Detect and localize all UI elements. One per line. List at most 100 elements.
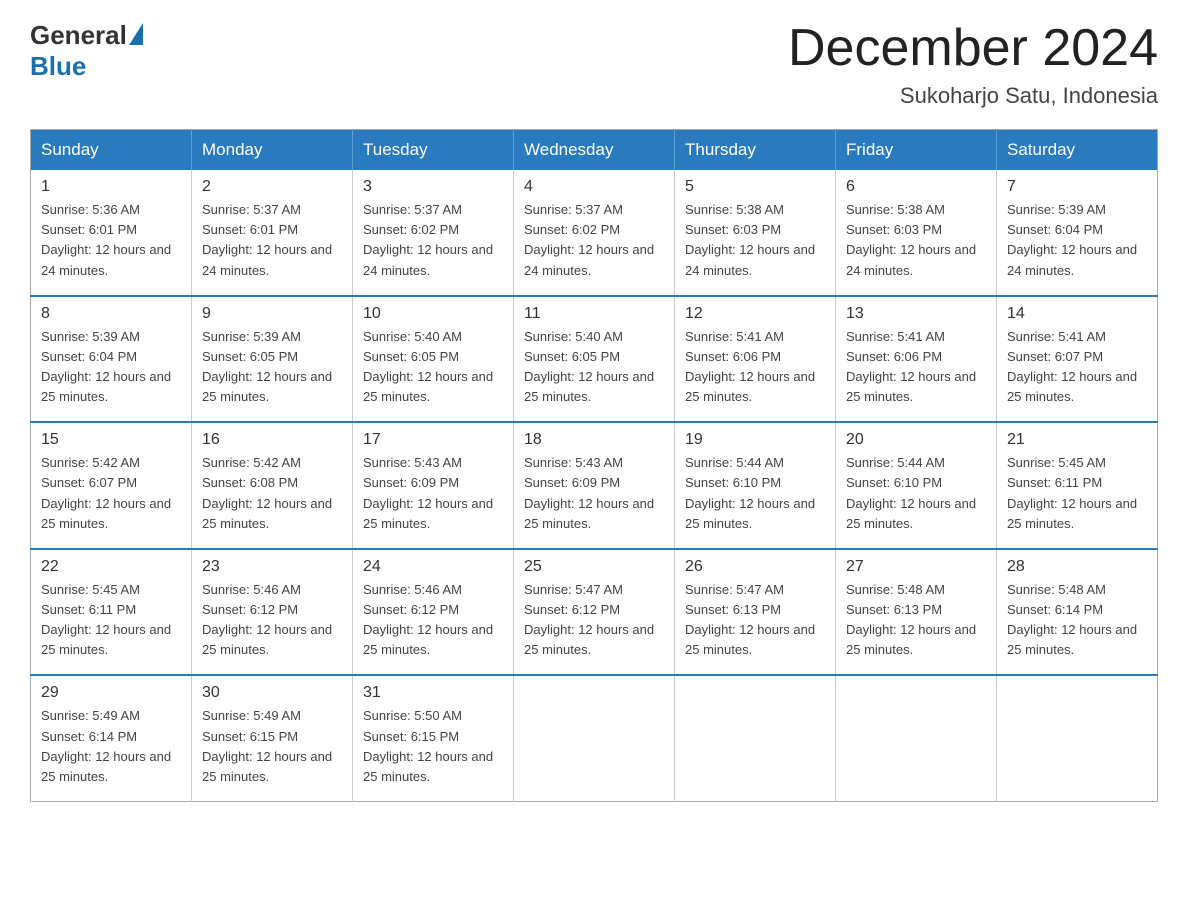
calendar-cell: 26 Sunrise: 5:47 AMSunset: 6:13 PMDaylig… xyxy=(675,549,836,676)
day-info: Sunrise: 5:50 AMSunset: 6:15 PMDaylight:… xyxy=(363,708,493,783)
day-info: Sunrise: 5:45 AMSunset: 6:11 PMDaylight:… xyxy=(41,582,171,657)
calendar-cell xyxy=(514,675,675,801)
calendar-cell: 15 Sunrise: 5:42 AMSunset: 6:07 PMDaylig… xyxy=(31,422,192,549)
day-number: 31 xyxy=(363,684,503,702)
day-info: Sunrise: 5:40 AMSunset: 6:05 PMDaylight:… xyxy=(524,329,654,404)
day-number: 3 xyxy=(363,178,503,196)
day-number: 7 xyxy=(1007,178,1147,196)
calendar-cell: 5 Sunrise: 5:38 AMSunset: 6:03 PMDayligh… xyxy=(675,170,836,296)
calendar-cell: 31 Sunrise: 5:50 AMSunset: 6:15 PMDaylig… xyxy=(353,675,514,801)
header-saturday: Saturday xyxy=(997,130,1158,171)
calendar-cell xyxy=(997,675,1158,801)
calendar-cell: 13 Sunrise: 5:41 AMSunset: 6:06 PMDaylig… xyxy=(836,296,997,423)
day-info: Sunrise: 5:48 AMSunset: 6:13 PMDaylight:… xyxy=(846,582,976,657)
calendar-cell: 7 Sunrise: 5:39 AMSunset: 6:04 PMDayligh… xyxy=(997,170,1158,296)
logo-top-row: General xyxy=(30,20,143,51)
page-header: General Blue December 2024 Sukoharjo Sat… xyxy=(30,20,1158,109)
day-number: 18 xyxy=(524,431,664,449)
header-friday: Friday xyxy=(836,130,997,171)
day-number: 20 xyxy=(846,431,986,449)
calendar-cell: 3 Sunrise: 5:37 AMSunset: 6:02 PMDayligh… xyxy=(353,170,514,296)
calendar-cell: 28 Sunrise: 5:48 AMSunset: 6:14 PMDaylig… xyxy=(997,549,1158,676)
day-number: 4 xyxy=(524,178,664,196)
header-monday: Monday xyxy=(192,130,353,171)
day-number: 21 xyxy=(1007,431,1147,449)
day-number: 11 xyxy=(524,305,664,323)
day-info: Sunrise: 5:41 AMSunset: 6:06 PMDaylight:… xyxy=(846,329,976,404)
day-info: Sunrise: 5:41 AMSunset: 6:06 PMDaylight:… xyxy=(685,329,815,404)
calendar-table: Sunday Monday Tuesday Wednesday Thursday… xyxy=(30,129,1158,802)
day-number: 8 xyxy=(41,305,181,323)
day-number: 30 xyxy=(202,684,342,702)
day-info: Sunrise: 5:39 AMSunset: 6:05 PMDaylight:… xyxy=(202,329,332,404)
day-info: Sunrise: 5:37 AMSunset: 6:02 PMDaylight:… xyxy=(363,202,493,277)
calendar-cell: 8 Sunrise: 5:39 AMSunset: 6:04 PMDayligh… xyxy=(31,296,192,423)
day-info: Sunrise: 5:39 AMSunset: 6:04 PMDaylight:… xyxy=(1007,202,1137,277)
calendar-cell: 22 Sunrise: 5:45 AMSunset: 6:11 PMDaylig… xyxy=(31,549,192,676)
day-number: 19 xyxy=(685,431,825,449)
day-number: 23 xyxy=(202,558,342,576)
calendar-cell: 12 Sunrise: 5:41 AMSunset: 6:06 PMDaylig… xyxy=(675,296,836,423)
day-info: Sunrise: 5:46 AMSunset: 6:12 PMDaylight:… xyxy=(363,582,493,657)
header-row: Sunday Monday Tuesday Wednesday Thursday… xyxy=(31,130,1158,171)
calendar-cell: 21 Sunrise: 5:45 AMSunset: 6:11 PMDaylig… xyxy=(997,422,1158,549)
day-info: Sunrise: 5:40 AMSunset: 6:05 PMDaylight:… xyxy=(363,329,493,404)
day-info: Sunrise: 5:43 AMSunset: 6:09 PMDaylight:… xyxy=(524,455,654,530)
logo-triangle-icon xyxy=(129,23,143,45)
header-sunday: Sunday xyxy=(31,130,192,171)
day-info: Sunrise: 5:48 AMSunset: 6:14 PMDaylight:… xyxy=(1007,582,1137,657)
day-number: 12 xyxy=(685,305,825,323)
header-thursday: Thursday xyxy=(675,130,836,171)
calendar-cell: 11 Sunrise: 5:40 AMSunset: 6:05 PMDaylig… xyxy=(514,296,675,423)
month-title: December 2024 xyxy=(788,20,1158,77)
calendar-cell: 20 Sunrise: 5:44 AMSunset: 6:10 PMDaylig… xyxy=(836,422,997,549)
day-number: 16 xyxy=(202,431,342,449)
calendar-cell: 23 Sunrise: 5:46 AMSunset: 6:12 PMDaylig… xyxy=(192,549,353,676)
day-number: 25 xyxy=(524,558,664,576)
day-number: 2 xyxy=(202,178,342,196)
calendar-cell: 6 Sunrise: 5:38 AMSunset: 6:03 PMDayligh… xyxy=(836,170,997,296)
day-number: 28 xyxy=(1007,558,1147,576)
day-number: 1 xyxy=(41,178,181,196)
calendar-week-2: 8 Sunrise: 5:39 AMSunset: 6:04 PMDayligh… xyxy=(31,296,1158,423)
day-number: 14 xyxy=(1007,305,1147,323)
calendar-cell: 10 Sunrise: 5:40 AMSunset: 6:05 PMDaylig… xyxy=(353,296,514,423)
calendar-cell: 14 Sunrise: 5:41 AMSunset: 6:07 PMDaylig… xyxy=(997,296,1158,423)
calendar-cell: 24 Sunrise: 5:46 AMSunset: 6:12 PMDaylig… xyxy=(353,549,514,676)
day-info: Sunrise: 5:38 AMSunset: 6:03 PMDaylight:… xyxy=(685,202,815,277)
logo-general: General xyxy=(30,20,127,51)
calendar-header: Sunday Monday Tuesday Wednesday Thursday… xyxy=(31,130,1158,171)
calendar-week-5: 29 Sunrise: 5:49 AMSunset: 6:14 PMDaylig… xyxy=(31,675,1158,801)
calendar-cell xyxy=(836,675,997,801)
day-info: Sunrise: 5:43 AMSunset: 6:09 PMDaylight:… xyxy=(363,455,493,530)
day-number: 9 xyxy=(202,305,342,323)
logo-container: General Blue xyxy=(30,20,143,82)
title-section: December 2024 Sukoharjo Satu, Indonesia xyxy=(788,20,1158,109)
calendar-cell: 18 Sunrise: 5:43 AMSunset: 6:09 PMDaylig… xyxy=(514,422,675,549)
logo: General Blue xyxy=(30,20,143,82)
day-info: Sunrise: 5:44 AMSunset: 6:10 PMDaylight:… xyxy=(846,455,976,530)
day-number: 6 xyxy=(846,178,986,196)
day-info: Sunrise: 5:47 AMSunset: 6:12 PMDaylight:… xyxy=(524,582,654,657)
day-number: 5 xyxy=(685,178,825,196)
calendar-cell: 4 Sunrise: 5:37 AMSunset: 6:02 PMDayligh… xyxy=(514,170,675,296)
calendar-body: 1 Sunrise: 5:36 AMSunset: 6:01 PMDayligh… xyxy=(31,170,1158,801)
day-info: Sunrise: 5:46 AMSunset: 6:12 PMDaylight:… xyxy=(202,582,332,657)
day-info: Sunrise: 5:39 AMSunset: 6:04 PMDaylight:… xyxy=(41,329,171,404)
day-number: 24 xyxy=(363,558,503,576)
day-info: Sunrise: 5:37 AMSunset: 6:01 PMDaylight:… xyxy=(202,202,332,277)
header-wednesday: Wednesday xyxy=(514,130,675,171)
day-info: Sunrise: 5:42 AMSunset: 6:07 PMDaylight:… xyxy=(41,455,171,530)
calendar-week-1: 1 Sunrise: 5:36 AMSunset: 6:01 PMDayligh… xyxy=(31,170,1158,296)
day-info: Sunrise: 5:36 AMSunset: 6:01 PMDaylight:… xyxy=(41,202,171,277)
day-number: 13 xyxy=(846,305,986,323)
calendar-cell: 16 Sunrise: 5:42 AMSunset: 6:08 PMDaylig… xyxy=(192,422,353,549)
day-number: 29 xyxy=(41,684,181,702)
location-subtitle: Sukoharjo Satu, Indonesia xyxy=(788,83,1158,109)
calendar-week-3: 15 Sunrise: 5:42 AMSunset: 6:07 PMDaylig… xyxy=(31,422,1158,549)
day-info: Sunrise: 5:49 AMSunset: 6:14 PMDaylight:… xyxy=(41,708,171,783)
day-number: 22 xyxy=(41,558,181,576)
calendar-cell: 17 Sunrise: 5:43 AMSunset: 6:09 PMDaylig… xyxy=(353,422,514,549)
calendar-cell: 1 Sunrise: 5:36 AMSunset: 6:01 PMDayligh… xyxy=(31,170,192,296)
day-info: Sunrise: 5:38 AMSunset: 6:03 PMDaylight:… xyxy=(846,202,976,277)
